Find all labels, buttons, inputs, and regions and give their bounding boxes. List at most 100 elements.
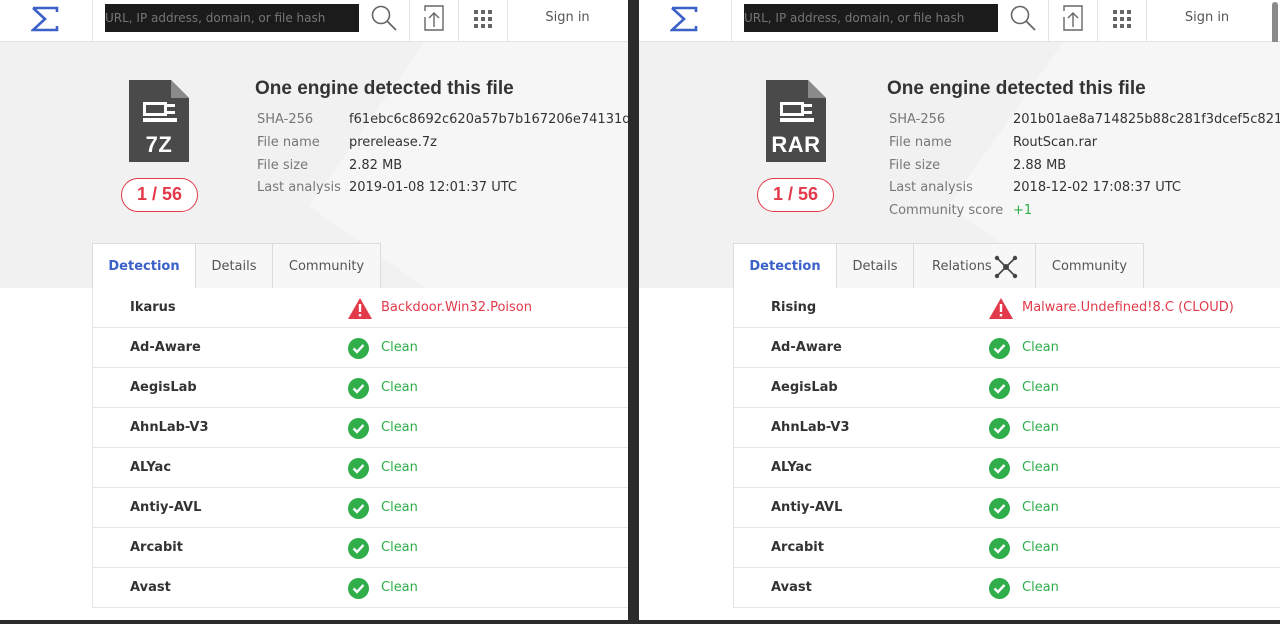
engine-name: AhnLab-V3 (130, 420, 209, 435)
upload-button[interactable] (409, 0, 458, 42)
check-circle-icon (989, 498, 1010, 519)
search-icon (371, 5, 397, 31)
check-circle-icon (348, 498, 369, 519)
engine-name: ALYac (771, 460, 813, 475)
tab-detection[interactable]: Detection (92, 243, 196, 290)
search-button[interactable] (998, 0, 1048, 42)
engine-name: Rising (771, 300, 817, 315)
meta-value: f61ebc6c8692c620a57b7b167206e74131df5e4 (349, 112, 628, 127)
table-row: Avast Clean (733, 568, 1280, 608)
tab-detection[interactable]: Detection (733, 243, 837, 290)
left-pane: Sign in 7Z 1 / 56 One engine detected th… (0, 0, 628, 624)
meta-value: RoutScan.rar (1013, 135, 1098, 150)
window-divider[interactable] (628, 0, 639, 624)
check-circle-icon (348, 458, 369, 479)
community-score-value: +1 (1013, 203, 1033, 218)
check-circle-icon (989, 378, 1010, 399)
sigma-logo-icon[interactable] (670, 6, 698, 32)
engine-name: Ad-Aware (130, 340, 201, 355)
meta-key: File size (889, 158, 941, 173)
search-input[interactable] (744, 4, 998, 32)
upload-icon (424, 5, 444, 31)
table-row: Rising Malware.Undefined!8.C (CLOUD) (733, 288, 1280, 328)
search-button[interactable] (359, 0, 409, 42)
table-row: AhnLab-V3 Clean (733, 408, 1280, 448)
table-row: Arcabit Clean (92, 528, 628, 568)
tab-details[interactable]: Details (195, 243, 273, 289)
table-row: Ad-Aware Clean (92, 328, 628, 368)
detection-result: Backdoor.Win32.Poison (381, 300, 533, 315)
detection-result: Clean (1022, 500, 1059, 515)
check-circle-icon (989, 458, 1010, 479)
engine-name: AegisLab (130, 380, 197, 395)
engine-name: Ad-Aware (771, 340, 842, 355)
detection-ratio: 1 / 56 (121, 178, 198, 212)
signin-link[interactable]: Sign in (507, 0, 628, 42)
tab-relations-label: Relations (932, 259, 992, 274)
search-input[interactable] (105, 4, 359, 32)
check-circle-icon (348, 338, 369, 359)
meta-key: Last analysis (257, 180, 341, 195)
tab-community[interactable]: Community (272, 243, 381, 289)
detection-result: Clean (381, 540, 418, 555)
table-row: Ad-Aware Clean (733, 328, 1280, 368)
table-row: Antiy-AVL Clean (733, 488, 1280, 528)
tab-community[interactable]: Community (1035, 243, 1144, 289)
warning-icon (348, 298, 372, 319)
check-circle-icon (989, 538, 1010, 559)
detection-result: Clean (1022, 340, 1059, 355)
meta-value: 2018-12-02 17:08:37 UTC (1013, 180, 1181, 195)
detection-ratio: 1 / 56 (757, 178, 834, 212)
check-circle-icon (989, 418, 1010, 439)
check-circle-icon (989, 578, 1010, 599)
table-row: Ikarus Backdoor.Win32.Poison (92, 288, 628, 328)
upload-button[interactable] (1048, 0, 1097, 42)
sigma-logo-icon[interactable] (31, 6, 59, 32)
check-circle-icon (348, 538, 369, 559)
engine-name: Ikarus (130, 300, 176, 315)
detection-headline: One engine detected this file (255, 78, 514, 99)
grid-icon (1113, 10, 1131, 28)
meta-value: prerelease.7z (349, 135, 437, 150)
engine-name: Arcabit (130, 540, 183, 555)
tab-relations[interactable]: Relations (913, 243, 1036, 289)
engine-name: Antiy-AVL (130, 500, 202, 515)
check-circle-icon (989, 338, 1010, 359)
search-icon (1010, 5, 1036, 31)
detection-result: Clean (1022, 420, 1059, 435)
signin-link[interactable]: Sign in (1146, 0, 1268, 42)
detection-headline: One engine detected this file (887, 78, 1146, 99)
meta-key: SHA-256 (257, 112, 314, 127)
engine-name: Arcabit (771, 540, 824, 555)
meta-key: Last analysis (889, 180, 973, 195)
meta-key: File size (257, 158, 309, 173)
engine-name: Antiy-AVL (771, 500, 843, 515)
bottom-edge (0, 620, 1280, 624)
tab-bar: Detection Details Relations Community (733, 243, 1144, 290)
detection-result: Clean (381, 460, 418, 475)
tab-details[interactable]: Details (836, 243, 914, 289)
meta-key: Community score (889, 203, 1004, 218)
apps-button[interactable] (1097, 0, 1146, 42)
table-row: ALYac Clean (733, 448, 1280, 488)
detection-result: Malware.Undefined!8.C (CLOUD) (1022, 300, 1234, 315)
detection-result: Clean (1022, 380, 1059, 395)
apps-button[interactable] (458, 0, 507, 42)
tab-bar: Detection Details Community (92, 243, 382, 290)
engine-name: Avast (771, 580, 812, 595)
meta-key: File name (257, 135, 320, 150)
logo-cell[interactable] (639, 0, 732, 42)
file-type-label: 7Z (145, 132, 173, 157)
logo-cell[interactable] (0, 0, 93, 42)
file-type-label: RAR (771, 132, 821, 157)
check-circle-icon (348, 418, 369, 439)
table-row: AhnLab-V3 Clean (92, 408, 628, 448)
detection-result: Clean (381, 420, 418, 435)
split-screen: Sign in 7Z 1 / 56 One engine detected th… (0, 0, 1280, 624)
table-row: Arcabit Clean (733, 528, 1280, 568)
table-row: AegisLab Clean (733, 368, 1280, 408)
table-row: ALYac Clean (92, 448, 628, 488)
detection-result: Clean (1022, 540, 1059, 555)
detection-table: Rising Malware.Undefined!8.C (CLOUD) Ad-… (733, 288, 1280, 608)
top-bar: Sign in (639, 0, 1280, 100)
